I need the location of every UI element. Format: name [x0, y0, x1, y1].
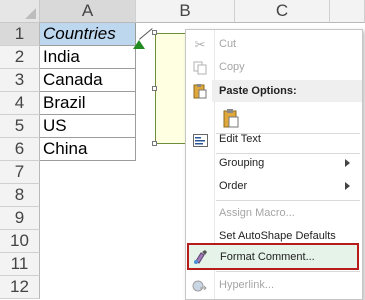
hyperlink-icon: [192, 278, 208, 294]
submenu-arrow-icon: [345, 182, 350, 190]
cell-a4[interactable]: Brazil: [40, 92, 136, 115]
menu-item-label: Copy: [219, 61, 245, 73]
row-header-6[interactable]: 6: [0, 138, 40, 161]
row-header-1[interactable]: 1: [0, 23, 40, 46]
row-header-7[interactable]: 7: [0, 161, 40, 184]
row-header-5[interactable]: 5: [0, 115, 40, 138]
comment-indicator-icon: [133, 40, 145, 49]
menu-item-cut[interactable]: ✂ Cut: [186, 33, 362, 56]
menu-item-label: Grouping: [219, 157, 265, 169]
menu-item-format-comment[interactable]: Format Comment...: [187, 243, 359, 270]
column-header-d[interactable]: [330, 0, 365, 23]
column-header-a[interactable]: A: [40, 0, 136, 23]
context-menu: ✂ Cut Copy Paste Options: Edit Text Grou…: [185, 29, 363, 300]
cell-a1[interactable]: Countries: [40, 23, 136, 46]
copy-icon: [192, 60, 208, 76]
cell-a5[interactable]: US: [40, 115, 136, 138]
format-brush-icon: [193, 249, 209, 265]
menu-item-label: Order: [219, 180, 248, 192]
row-header-10[interactable]: 10: [0, 230, 40, 253]
paste-icon: [192, 83, 208, 99]
menu-item-label: Format Comment...: [220, 251, 315, 263]
menu-item-edit-text[interactable]: Edit Text: [186, 128, 362, 151]
menu-item-label: Set AutoShape Defaults: [219, 230, 336, 242]
resize-handle[interactable]: [152, 30, 157, 35]
scissors-icon: ✂: [194, 37, 206, 52]
menu-item-copy[interactable]: Copy: [186, 56, 362, 79]
menu-item-label: Cut: [219, 38, 237, 50]
menu-item-order[interactable]: Order: [186, 175, 362, 198]
select-all-triangle-icon: [25, 8, 36, 19]
menu-item-grouping[interactable]: Grouping: [186, 152, 362, 175]
row-header-3[interactable]: 3: [0, 69, 40, 92]
menu-item-assign-macro[interactable]: Assign Macro...: [186, 202, 362, 225]
menu-item-label: Assign Macro...: [219, 207, 295, 219]
cell-a2[interactable]: India: [40, 46, 136, 69]
cell-a6[interactable]: China: [40, 138, 136, 161]
menu-item-label: Edit Text: [219, 133, 261, 145]
edit-text-icon: [192, 132, 208, 148]
submenu-arrow-icon: [345, 159, 350, 167]
column-header-c[interactable]: C: [235, 0, 330, 23]
menu-separator: [216, 271, 360, 272]
column-header-b[interactable]: B: [136, 0, 235, 23]
row-header-8[interactable]: 8: [0, 184, 40, 207]
row-header-4[interactable]: 4: [0, 92, 40, 115]
clipboard-paste-icon: [222, 108, 240, 128]
menu-separator: [216, 200, 360, 201]
menu-item-hyperlink[interactable]: Hyperlink...: [186, 274, 362, 297]
resize-handle[interactable]: [152, 141, 157, 146]
row-header-12[interactable]: 12: [0, 276, 40, 299]
select-all-corner[interactable]: [0, 0, 40, 23]
menu-item-label: Hyperlink...: [219, 279, 275, 291]
cell-a3[interactable]: Canada: [40, 69, 136, 92]
row-header-11[interactable]: 11: [0, 253, 40, 276]
row-header-2[interactable]: 2: [0, 46, 40, 69]
resize-handle[interactable]: [152, 86, 157, 91]
comment-connector-line: [139, 28, 153, 40]
paste-options-header: Paste Options:: [212, 80, 362, 102]
row-header-9[interactable]: 9: [0, 207, 40, 230]
menu-item-paste-option-button[interactable]: [186, 103, 362, 131]
